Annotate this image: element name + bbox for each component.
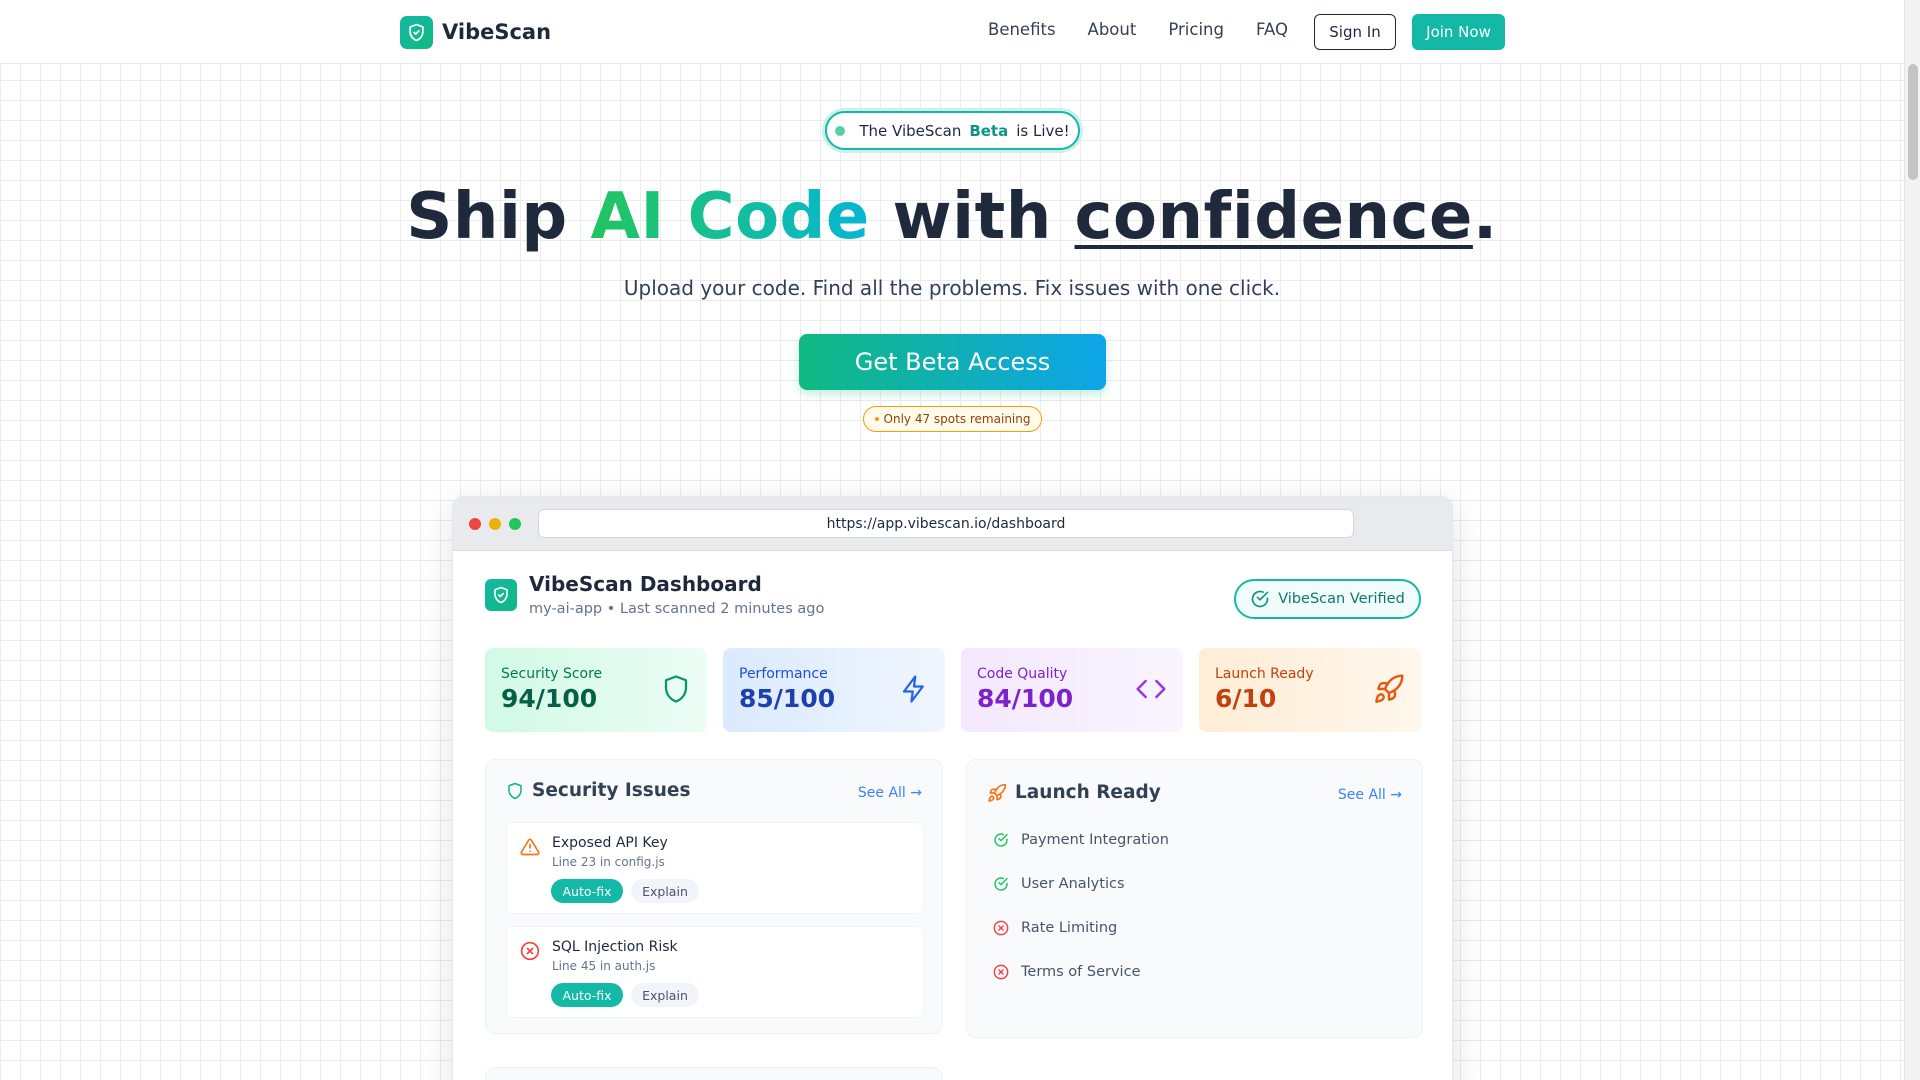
nav-link-faq[interactable]: FAQ: [1256, 20, 1288, 39]
hero-headline: Ship AI Code with confidence.: [0, 180, 1904, 254]
scrollbar-thumb[interactable]: [1908, 64, 1918, 180]
dashboard-preview-window: https://app.vibescan.io/dashboard VibeSc…: [452, 496, 1453, 1080]
dashboard-title: VibeScan Dashboard: [529, 572, 762, 596]
code-icon: [1136, 679, 1166, 699]
pill-suffix: is Live!: [1016, 121, 1070, 140]
x-circle-icon: [993, 964, 1009, 980]
issue-location: Line 23 in config.js: [552, 855, 665, 869]
close-dot-icon: [469, 518, 481, 530]
headline-part2: with: [892, 180, 1052, 254]
check-circle-icon: [994, 877, 1008, 891]
headline-end: .: [1472, 180, 1498, 254]
security-see-all-link[interactable]: See All →: [858, 785, 922, 801]
headline-underlined: confidence: [1074, 180, 1473, 254]
launch-item-label: User Analytics: [1021, 876, 1125, 892]
launch-item-terms-of-service[interactable]: Terms of Service: [993, 964, 1140, 980]
lightning-icon: [902, 675, 924, 703]
address-bar: https://app.vibescan.io/dashboard: [538, 509, 1354, 538]
security-issues-title: Security Issues: [532, 780, 691, 801]
issue-title: Exposed API Key: [552, 835, 668, 851]
metric-label: Security Score: [501, 666, 603, 682]
headline-gradient: AI Code: [590, 180, 870, 254]
launch-item-label: Rate Limiting: [1021, 920, 1118, 936]
shield-icon: [508, 782, 522, 799]
launch-ready-panel: Launch Ready See All → Payment Integrati…: [966, 759, 1423, 1038]
hero-subhead: Upload your code. Find all the problems.…: [623, 276, 1281, 300]
page-scrollbar[interactable]: [1904, 0, 1920, 1080]
sign-in-button[interactable]: Sign In: [1314, 14, 1396, 50]
issue-card[interactable]: Exposed API Key Line 23 in config.js Aut…: [506, 822, 924, 914]
get-beta-access-button[interactable]: Get Beta Access: [799, 334, 1106, 390]
shield-icon: [664, 675, 688, 703]
launch-item-user-analytics[interactable]: User Analytics: [993, 876, 1125, 892]
live-dot-icon: [835, 125, 846, 136]
metric-value: 84/100: [977, 684, 1074, 713]
error-circle-icon: [520, 941, 540, 961]
launch-item-rate-limiting[interactable]: Rate Limiting: [993, 920, 1117, 936]
launch-item-label: Payment Integration: [1021, 832, 1169, 848]
metric-value: 85/100: [739, 684, 836, 713]
nav-link-about[interactable]: About: [1088, 20, 1137, 39]
issue-location: Line 45 in auth.js: [552, 959, 656, 973]
pill-beta: Beta: [969, 121, 1009, 140]
spots-remaining-badge: Only 47 spots remaining: [863, 406, 1042, 432]
beta-live-badge: The VibeScan Beta is Live!: [825, 111, 1080, 150]
metric-value: 6/10: [1215, 684, 1277, 713]
spots-label: Only 47 spots remaining: [883, 412, 1031, 426]
dashboard-subtitle: my-ai-app • Last scanned 2 minutes ago: [529, 601, 825, 617]
auto-fix-button[interactable]: Auto-fix: [551, 879, 623, 903]
browser-bar: https://app.vibescan.io/dashboard: [453, 497, 1452, 551]
launch-item-label: Terms of Service: [1021, 964, 1141, 980]
join-now-button[interactable]: Join Now: [1412, 14, 1505, 50]
panel-title: Security Issues: [506, 780, 690, 801]
headline-part1: Ship: [406, 180, 568, 254]
minimize-dot-icon: [489, 518, 501, 530]
metric-launch-ready[interactable]: Launch Ready 6/10: [1199, 648, 1421, 732]
issue-title: SQL Injection Risk: [552, 939, 678, 955]
auto-fix-button[interactable]: Auto-fix: [551, 983, 623, 1007]
verified-label: VibeScan Verified: [1278, 591, 1405, 607]
launch-ready-title: Launch Ready: [1015, 782, 1161, 803]
brand-name: VibeScan: [442, 20, 552, 44]
panel-title: Launch Ready: [987, 782, 1161, 803]
security-issues-panel: Security Issues See All → Exposed API Ke…: [485, 759, 943, 1034]
explain-button[interactable]: Explain: [631, 879, 699, 903]
rocket-icon: [988, 783, 1007, 802]
explain-button[interactable]: Explain: [631, 983, 699, 1007]
metric-label: Launch Ready: [1215, 666, 1314, 682]
issue-card[interactable]: SQL Injection Risk Line 45 in auth.js Au…: [506, 926, 924, 1018]
brand[interactable]: VibeScan: [400, 15, 551, 49]
metric-security-score[interactable]: Security Score 94/100: [485, 648, 707, 732]
nav-link-pricing[interactable]: Pricing: [1168, 20, 1224, 39]
metric-code-quality[interactable]: Code Quality 84/100: [961, 648, 1183, 732]
maximize-dot-icon: [509, 518, 521, 530]
metric-performance[interactable]: Performance 85/100: [723, 648, 945, 732]
launch-item-payment-integration[interactable]: Payment Integration: [993, 832, 1169, 848]
spots-dot-icon: [874, 417, 879, 421]
metric-label: Performance: [739, 666, 828, 682]
launch-see-all-link[interactable]: See All →: [1338, 787, 1402, 803]
warning-icon: [520, 838, 540, 856]
logo-shield-icon: [400, 15, 433, 49]
x-circle-icon: [993, 920, 1009, 936]
nav-links: Benefits About Pricing FAQ: [988, 20, 1288, 39]
metric-label: Code Quality: [977, 666, 1068, 682]
vibescan-verified-badge[interactable]: VibeScan Verified: [1234, 579, 1421, 619]
metric-value: 94/100: [501, 684, 598, 713]
check-circle-icon: [994, 833, 1008, 847]
next-panel-peek: [485, 1067, 943, 1080]
nav-link-benefits[interactable]: Benefits: [988, 20, 1056, 39]
check-circle-icon: [1251, 590, 1269, 608]
top-nav: VibeScan Benefits About Pricing FAQ Sign…: [0, 0, 1904, 64]
pill-prefix: The VibeScan: [859, 121, 962, 140]
dashboard-shield-icon: [485, 579, 517, 611]
rocket-icon: [1375, 674, 1404, 703]
